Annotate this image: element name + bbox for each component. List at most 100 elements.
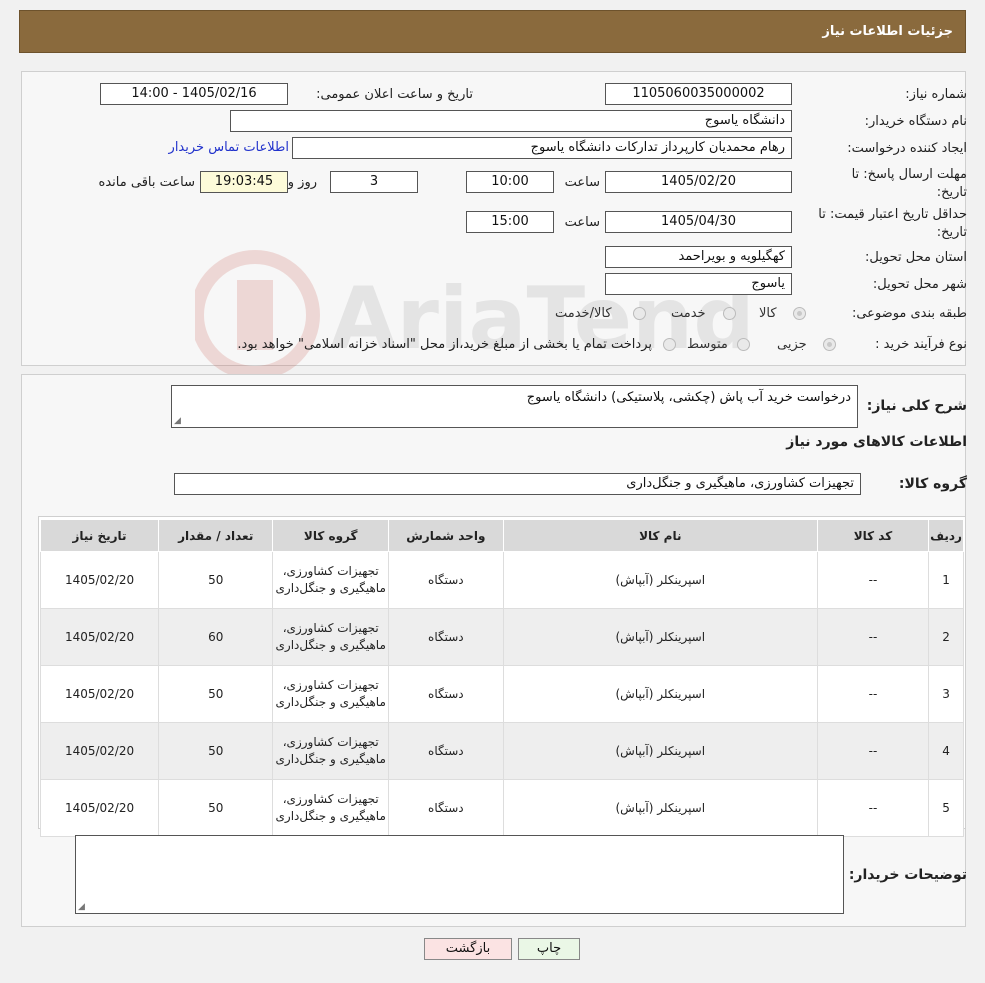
cell-row-num: 4 [928, 722, 964, 780]
cell-qty: 60 [158, 608, 274, 666]
cell-code: -- [816, 551, 930, 609]
creator-label: ایجاد کننده درخواست: [847, 141, 967, 156]
cell-name: اسپرینکلر (آبپاش) [502, 722, 818, 780]
cell-group: تجهیزات کشاورزی، ماهیگیری و جنگل‌داری [272, 779, 390, 837]
items-table: ردیف کد کالا نام کالا واحد شمارش گروه کا… [39, 519, 964, 837]
cell-code: -- [816, 779, 930, 837]
days-label: روز و [287, 175, 317, 190]
col-header-unit: واحد شمارش [388, 519, 504, 552]
col-header-code: کد کالا [816, 519, 930, 552]
validity-time-label: ساعت [564, 215, 600, 230]
category-radio-service[interactable] [723, 307, 736, 320]
summary-field: درخواست خرید آب پاش (چکشی، پلاستیکی) دان… [171, 385, 858, 428]
category-option-service: خدمت [671, 306, 706, 321]
province-label: استان محل تحویل: [865, 250, 967, 265]
col-header-date: تاریخ نیاز [39, 519, 160, 552]
cell-row-num: 5 [928, 779, 964, 837]
table-row: 2 -- اسپرینکلر (آبپاش) دستگاه تجهیزات کش… [39, 608, 964, 666]
process-option-medium: متوسط [687, 337, 728, 352]
process-label: نوع فرآیند خرید : [875, 337, 967, 352]
category-option-both: کالا/خدمت [555, 306, 612, 321]
cell-date: 1405/02/20 [39, 779, 160, 837]
table-header-row: ردیف کد کالا نام کالا واحد شمارش گروه کا… [39, 519, 964, 552]
cell-unit: دستگاه [388, 551, 504, 609]
buyer-contact-link[interactable]: اطلاعات تماس خریدار [169, 140, 289, 155]
items-section-title: اطلاعات کالاهای مورد نیاز [786, 434, 967, 450]
cell-code: -- [816, 665, 930, 723]
category-option-goods: کالا [759, 306, 777, 321]
process-option-minor: جزیی [777, 337, 807, 352]
page-title: جزئیات اطلاعات نیاز [822, 24, 953, 39]
category-radio-goods[interactable] [793, 307, 806, 320]
table-row: 1 -- اسپرینکلر (آبپاش) دستگاه تجهیزات کش… [39, 551, 964, 609]
buyer-org-label: نام دستگاه خریدار: [864, 114, 967, 129]
cell-date: 1405/02/20 [39, 608, 160, 666]
buyer-notes-label: توضیحات خریدار: [848, 867, 967, 883]
validity-date-field: 1405/04/30 [605, 211, 792, 233]
cell-group: تجهیزات کشاورزی، ماهیگیری و جنگل‌داری [272, 551, 390, 609]
city-label: شهر محل تحویل: [872, 277, 967, 292]
cell-code: -- [816, 722, 930, 780]
back-button[interactable]: بازگشت [424, 938, 512, 960]
cell-row-num: 2 [928, 608, 964, 666]
group-label: گروه کالا: [898, 476, 967, 492]
col-header-name: نام کالا [502, 519, 818, 552]
table-row: 5 -- اسپرینکلر (آبپاش) دستگاه تجهیزات کش… [39, 779, 964, 837]
cell-group: تجهیزات کشاورزی، ماهیگیری و جنگل‌داری [272, 722, 390, 780]
cell-date: 1405/02/20 [39, 722, 160, 780]
deadline-time-field: 10:00 [466, 171, 554, 193]
buyer-notes-field[interactable]: ◢ [75, 835, 844, 914]
announce-field: 1405/02/16 - 14:00 [100, 83, 288, 105]
deadline-time-label: ساعت [564, 175, 600, 190]
cell-unit: دستگاه [388, 779, 504, 837]
cell-unit: دستگاه [388, 722, 504, 780]
process-note: پرداخت تمام یا بخشی از مبلغ خرید،از محل … [237, 337, 652, 352]
print-button[interactable]: چاپ [518, 938, 580, 960]
summary-label: شرح کلی نیاز: [866, 398, 967, 414]
province-field: کهگیلویه و بویراحمد [605, 246, 792, 268]
validity-label: حداقل تاریخ اعتبار قیمت: تا تاریخ: [818, 207, 967, 240]
cell-name: اسپرینکلر (آبپاش) [502, 665, 818, 723]
remaining-label: ساعت باقی مانده [98, 175, 195, 190]
cell-unit: دستگاه [388, 608, 504, 666]
cell-name: اسپرینکلر (آبپاش) [502, 779, 818, 837]
cell-unit: دستگاه [388, 665, 504, 723]
cell-code: -- [816, 608, 930, 666]
remaining-time-field: 19:03:45 [200, 171, 288, 193]
need-number-field: 1105060035000002 [605, 83, 792, 105]
cell-name: اسپرینکلر (آبپاش) [502, 551, 818, 609]
table-row: 3 -- اسپرینکلر (آبپاش) دستگاه تجهیزات کش… [39, 665, 964, 723]
buyer-org-field: دانشگاه یاسوج [230, 110, 792, 132]
process-radio-medium[interactable] [737, 338, 750, 351]
cell-qty: 50 [158, 551, 274, 609]
validity-time-field: 15:00 [466, 211, 554, 233]
resize-handle-icon[interactable]: ◢ [78, 903, 86, 912]
city-field: یاسوج [605, 273, 792, 295]
resize-handle-icon[interactable]: ◢ [174, 417, 182, 426]
deadline-label: مهلت ارسال پاسخ: تا تاریخ: [851, 167, 967, 200]
cell-group: تجهیزات کشاورزی، ماهیگیری و جنگل‌داری [272, 608, 390, 666]
deadline-date-field: 1405/02/20 [605, 171, 792, 193]
cell-date: 1405/02/20 [39, 551, 160, 609]
summary-text: درخواست خرید آب پاش (چکشی، پلاستیکی) دان… [526, 390, 851, 405]
col-header-qty: تعداد / مقدار [158, 519, 274, 552]
process-radio-treasury[interactable] [663, 338, 676, 351]
creator-field: رهام محمدیان کارپرداز تدارکات دانشگاه یا… [292, 137, 792, 159]
cell-group: تجهیزات کشاورزی، ماهیگیری و جنگل‌داری [272, 665, 390, 723]
cell-row-num: 3 [928, 665, 964, 723]
category-label: طبقه بندی موضوعی: [851, 306, 967, 321]
table-row: 4 -- اسپرینکلر (آبپاش) دستگاه تجهیزات کش… [39, 722, 964, 780]
cell-name: اسپرینکلر (آبپاش) [502, 608, 818, 666]
cell-date: 1405/02/20 [39, 665, 160, 723]
page-header: جزئیات اطلاعات نیاز [19, 10, 966, 53]
group-field: تجهیزات کشاورزی، ماهیگیری و جنگل‌داری [174, 473, 861, 495]
cell-qty: 50 [158, 779, 274, 837]
need-number-label: شماره نیاز: [905, 87, 967, 102]
announce-label: تاریخ و ساعت اعلان عمومی: [316, 87, 473, 102]
col-header-group: گروه کالا [272, 519, 390, 552]
col-header-row-num: ردیف [928, 519, 964, 552]
days-field: 3 [330, 171, 418, 193]
cell-qty: 50 [158, 722, 274, 780]
category-radio-both[interactable] [633, 307, 646, 320]
process-radio-minor[interactable] [823, 338, 836, 351]
